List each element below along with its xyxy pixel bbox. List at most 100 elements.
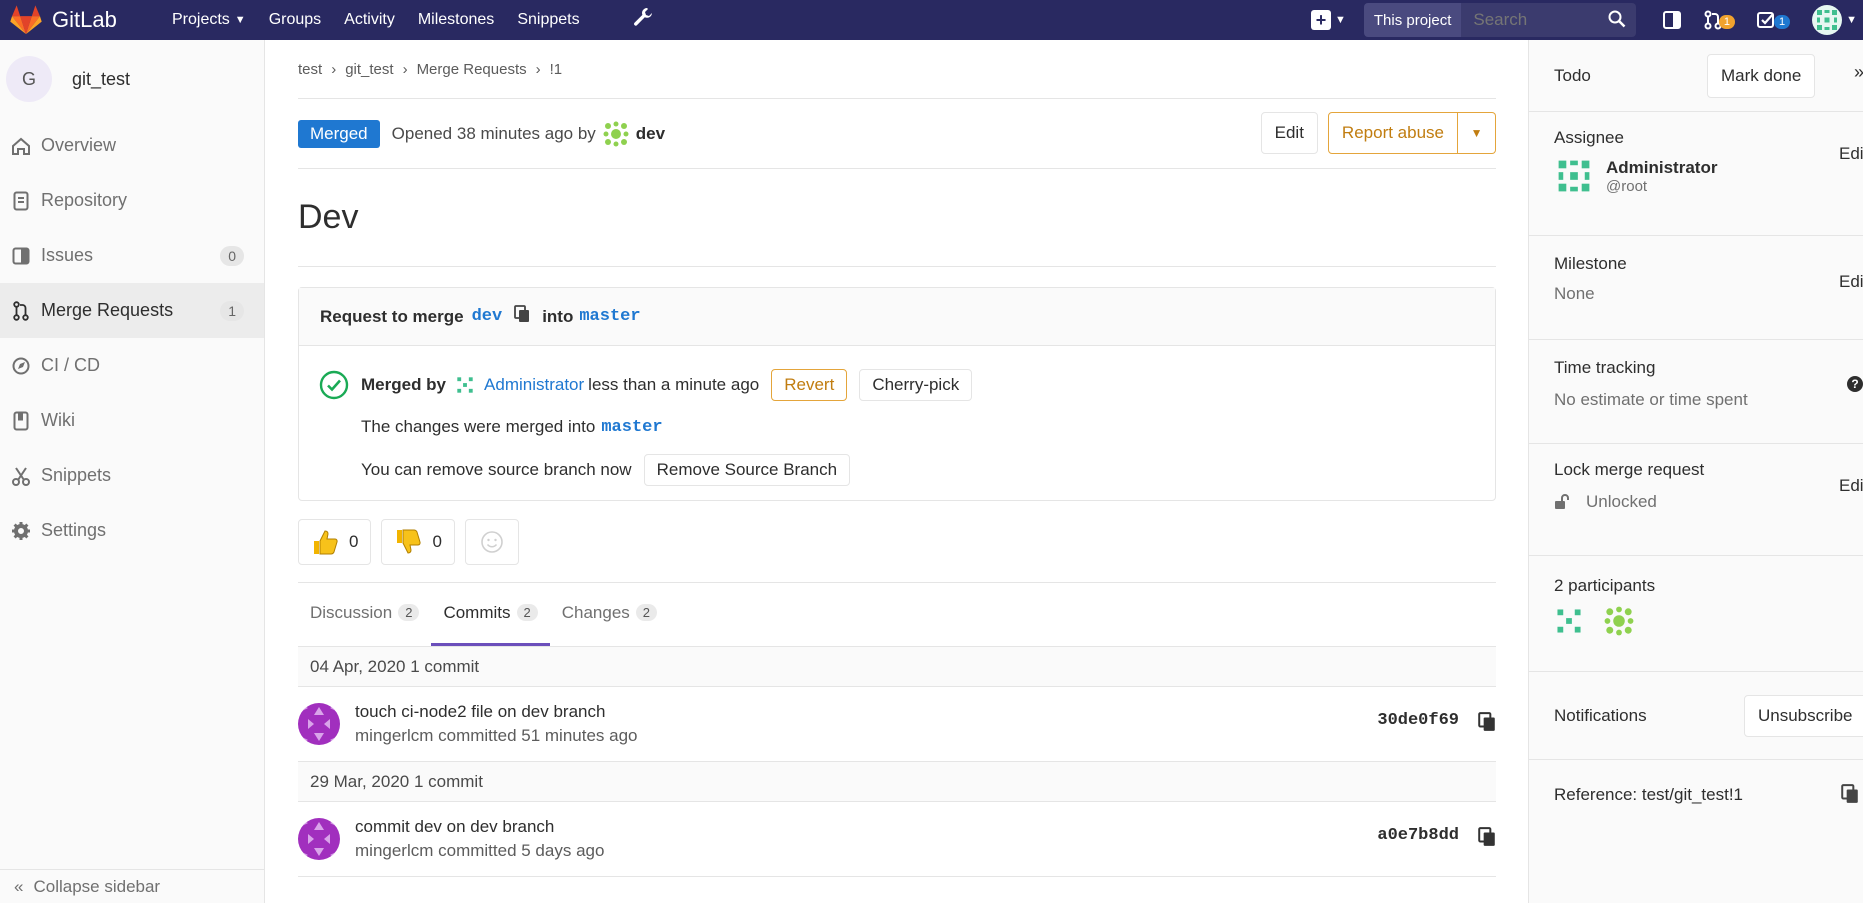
top-navbar: GitLab Projects ▼ Groups Activity Milesto… bbox=[0, 0, 1863, 40]
new-dropdown-button[interactable]: + ▼ bbox=[1310, 10, 1346, 30]
collapse-sidebar-button[interactable]: « Collapse sidebar bbox=[0, 869, 265, 903]
copy-icon[interactable] bbox=[1478, 712, 1496, 737]
request-prefix: Request to merge bbox=[320, 306, 464, 326]
merged-by-label: Merged by bbox=[361, 375, 447, 394]
breadcrumb-link[interactable]: git_test bbox=[345, 61, 393, 78]
author-link[interactable]: dev bbox=[636, 124, 665, 144]
sidebar-toggle-icon[interactable] bbox=[1662, 10, 1682, 30]
report-abuse-button[interactable]: Report abuse bbox=[1327, 112, 1458, 154]
time-tracking-block: Time tracking ? No estimate or time spen… bbox=[1529, 358, 1863, 444]
breadcrumb-link[interactable]: Merge Requests bbox=[417, 61, 527, 78]
project-avatar: G bbox=[6, 56, 52, 102]
thumbs-down-count: 0 bbox=[432, 531, 442, 551]
remove-source-branch-button[interactable]: Remove Source Branch bbox=[643, 454, 851, 486]
mark-done-button[interactable]: Mark done bbox=[1707, 54, 1816, 98]
author-avatar[interactable] bbox=[602, 120, 630, 148]
revert-button[interactable]: Revert bbox=[771, 369, 848, 401]
search-icon bbox=[1608, 10, 1626, 28]
nav-activity[interactable]: Activity bbox=[344, 11, 395, 29]
breadcrumb-link[interactable]: !1 bbox=[550, 61, 563, 78]
gitlab-logo-icon bbox=[10, 5, 42, 35]
unsubscribe-button[interactable]: Unsubscribe bbox=[1744, 695, 1863, 737]
sidebar-item-label: Snippets bbox=[41, 465, 112, 485]
nav-snippets[interactable]: Snippets bbox=[517, 11, 579, 29]
committer-avatar[interactable] bbox=[298, 818, 340, 860]
merged-time: less than a minute ago bbox=[588, 375, 760, 394]
actions-dropdown-button[interactable]: ▼ bbox=[1458, 112, 1496, 154]
page-title: Dev bbox=[298, 169, 1496, 267]
edit-button[interactable]: Edit bbox=[1260, 112, 1318, 154]
assignee-edit-link[interactable]: Edit bbox=[1839, 144, 1863, 164]
nav-projects[interactable]: Projects ▼ bbox=[172, 11, 246, 29]
merge-requests-shortcut[interactable]: 1 bbox=[1704, 10, 1735, 30]
todo-label: Todo bbox=[1554, 65, 1591, 85]
help-icon[interactable]: ? bbox=[1847, 376, 1863, 392]
mr-count-badge: 1 bbox=[1718, 15, 1735, 29]
remove-branch-text: You can remove source branch now bbox=[361, 460, 632, 479]
commit-day-header: 04 Apr, 2020 1 commit bbox=[298, 647, 1496, 687]
sidebar-item-issues[interactable]: Issues 0 bbox=[0, 228, 264, 283]
todos-shortcut[interactable]: 1 bbox=[1756, 11, 1791, 29]
cherry-pick-button[interactable]: Cherry-pick bbox=[859, 369, 973, 401]
sidebar-item-ci-cd[interactable]: CI / CD bbox=[0, 338, 264, 393]
thumbs-down-icon bbox=[397, 529, 422, 554]
sidebar-item-snippets[interactable]: Snippets bbox=[0, 448, 264, 503]
close-sidebar-icon[interactable]: » bbox=[1854, 62, 1863, 83]
sidebar-item-wiki[interactable]: Wiki bbox=[0, 393, 264, 448]
thumbs-down-award[interactable]: 0 bbox=[381, 518, 455, 565]
search-input[interactable] bbox=[1473, 10, 1614, 30]
tab-commits[interactable]: Commits 2 bbox=[431, 582, 550, 646]
nav-groups[interactable]: Groups bbox=[269, 11, 321, 29]
participant-avatar[interactable] bbox=[1554, 606, 1584, 636]
source-branch-link[interactable]: dev bbox=[472, 307, 503, 326]
sidebar-item-label: Overview bbox=[41, 135, 117, 155]
commit-sha-link[interactable]: 30de0f69 bbox=[1377, 711, 1459, 730]
merger-link[interactable]: Administrator bbox=[484, 375, 584, 395]
chevron-down-icon: ▼ bbox=[1846, 14, 1857, 26]
issuable-sidebar: Todo Mark done » Assignee Edit Administr… bbox=[1528, 40, 1863, 903]
notifications-label: Notifications bbox=[1554, 705, 1647, 725]
issues-count-badge: 0 bbox=[220, 245, 244, 266]
mr-count-badge: 1 bbox=[220, 300, 244, 321]
copy-icon[interactable] bbox=[1478, 827, 1496, 852]
participants-block: 2 participants bbox=[1529, 576, 1863, 672]
thumbs-up-award[interactable]: 0 bbox=[298, 518, 372, 565]
breadcrumb-link[interactable]: test bbox=[298, 61, 322, 78]
gitlab-logo-link[interactable]: GitLab bbox=[10, 5, 150, 35]
assignee-user[interactable]: Administrator @root bbox=[1554, 156, 1863, 196]
tab-count: 2 bbox=[635, 604, 658, 621]
reference-text: Reference: test/git_test!1 bbox=[1554, 785, 1743, 804]
sidebar-item-merge-requests[interactable]: Merge Requests 1 bbox=[0, 283, 264, 338]
commit-sha-link[interactable]: a0e7b8dd bbox=[1377, 826, 1459, 845]
commit-title-link[interactable]: commit dev on dev branch bbox=[355, 817, 604, 837]
target-branch-link[interactable]: master bbox=[601, 418, 662, 437]
tab-discussion[interactable]: Discussion 2 bbox=[298, 582, 431, 646]
participant-avatar[interactable] bbox=[1604, 606, 1634, 636]
merge-request-icon bbox=[10, 300, 32, 321]
add-reaction-button[interactable] bbox=[464, 518, 519, 565]
commit-title-link[interactable]: touch ci-node2 file on dev branch bbox=[355, 702, 638, 722]
sidebar-item-label: Settings bbox=[41, 520, 107, 540]
admin-wrench-icon[interactable] bbox=[633, 7, 653, 33]
copy-icon[interactable] bbox=[514, 305, 530, 328]
user-avatar[interactable] bbox=[1812, 5, 1843, 35]
chevron-down-icon: ▼ bbox=[1334, 14, 1346, 26]
project-header[interactable]: G git_test bbox=[0, 40, 264, 118]
time-tracking-value: No estimate or time spent bbox=[1554, 390, 1748, 409]
sidebar-item-label: Wiki bbox=[41, 410, 75, 430]
repository-icon bbox=[10, 191, 32, 211]
brand-name: GitLab bbox=[52, 7, 117, 32]
sidebar-item-settings[interactable]: Settings bbox=[0, 503, 264, 558]
todo-block: Todo Mark done » bbox=[1529, 40, 1863, 112]
assignee-label: Assignee bbox=[1554, 128, 1624, 147]
milestone-edit-link[interactable]: Edit bbox=[1839, 272, 1863, 292]
tab-changes[interactable]: Changes 2 bbox=[550, 582, 669, 646]
nav-milestones[interactable]: Milestones bbox=[418, 11, 494, 29]
smiley-icon bbox=[481, 530, 503, 553]
target-branch-link[interactable]: master bbox=[579, 307, 640, 326]
lock-edit-link[interactable]: Edit bbox=[1839, 476, 1863, 496]
sidebar-item-repository[interactable]: Repository bbox=[0, 173, 264, 228]
copy-icon[interactable] bbox=[1841, 784, 1859, 809]
sidebar-item-overview[interactable]: Overview bbox=[0, 118, 264, 173]
committer-avatar[interactable] bbox=[298, 703, 340, 745]
